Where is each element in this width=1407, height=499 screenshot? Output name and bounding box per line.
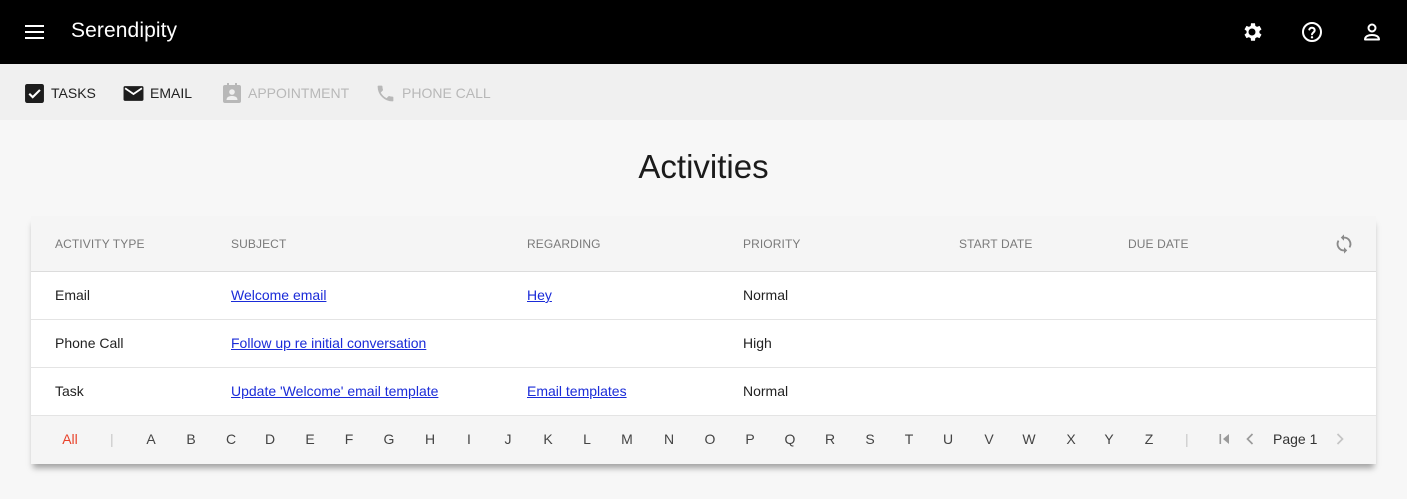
regarding-link[interactable]: Hey bbox=[527, 287, 552, 303]
alpha-filter-k[interactable]: K bbox=[543, 431, 552, 447]
alpha-separator: | bbox=[110, 431, 114, 447]
alpha-filter-w[interactable]: W bbox=[1022, 431, 1035, 447]
alphabet-filter-bar: All | A B C D E F G H I J K L M N O P Q … bbox=[31, 416, 1376, 464]
activity-type-cell: Phone Call bbox=[55, 335, 124, 351]
alpha-filter-d[interactable]: D bbox=[265, 431, 275, 447]
column-header-subject[interactable]: SUBJECT bbox=[231, 237, 286, 251]
table-row[interactable]: Phone Call Follow up re initial conversa… bbox=[31, 320, 1376, 368]
alpha-filter-j[interactable]: J bbox=[505, 431, 512, 447]
alpha-filter-i[interactable]: I bbox=[467, 431, 471, 447]
alpha-filter-q[interactable]: Q bbox=[785, 431, 796, 447]
column-header-due-date[interactable]: DUE DATE bbox=[1128, 237, 1189, 251]
appointment-command-button[interactable]: APPOINTMENT bbox=[222, 82, 349, 104]
activity-type-cell: Email bbox=[55, 287, 91, 303]
table-row[interactable]: Email Welcome email Hey Normal bbox=[31, 272, 1376, 320]
alpha-separator: | bbox=[1185, 431, 1189, 447]
phone-call-command-button[interactable]: PHONE CALL bbox=[375, 82, 491, 104]
alpha-filter-n[interactable]: N bbox=[664, 431, 674, 447]
email-command-button[interactable]: EMAIL bbox=[123, 82, 192, 104]
subject-cell: Welcome email bbox=[231, 287, 326, 303]
alpha-filter-m[interactable]: M bbox=[621, 431, 633, 447]
app-title: Serendipity bbox=[71, 19, 178, 42]
page-title: Activities bbox=[638, 148, 769, 185]
alpha-filter-p[interactable]: P bbox=[745, 431, 754, 447]
user-icon[interactable] bbox=[1360, 20, 1384, 44]
menu-icon[interactable] bbox=[22, 20, 48, 44]
column-header-regarding[interactable]: REGARDING bbox=[527, 237, 601, 251]
subject-link[interactable]: Welcome email bbox=[231, 287, 326, 303]
alpha-filter-f[interactable]: F bbox=[345, 431, 354, 447]
tasks-command-label: TASKS bbox=[51, 85, 96, 101]
help-icon[interactable] bbox=[1300, 20, 1324, 44]
regarding-link[interactable]: Email templates bbox=[527, 383, 627, 399]
top-app-bar: Serendipity bbox=[0, 0, 1407, 64]
tasks-command-button[interactable]: TASKS bbox=[24, 82, 96, 104]
regarding-cell: Email templates bbox=[527, 383, 627, 399]
email-command-label: EMAIL bbox=[150, 85, 193, 101]
alpha-filter-e[interactable]: E bbox=[305, 431, 314, 447]
table-row[interactable]: Task Update 'Welcome' email template Ema… bbox=[31, 368, 1376, 416]
gear-icon[interactable] bbox=[1240, 20, 1264, 44]
phone-call-command-label: PHONE CALL bbox=[402, 85, 491, 101]
alpha-filter-c[interactable]: C bbox=[226, 431, 236, 447]
alpha-filter-s[interactable]: S bbox=[865, 431, 874, 447]
alpha-filter-l[interactable]: L bbox=[583, 431, 591, 447]
alpha-filter-u[interactable]: U bbox=[943, 431, 953, 447]
column-header-start-date[interactable]: START DATE bbox=[959, 237, 1032, 251]
activities-grid: ACTIVITY TYPE SUBJECT REGARDING PRIORITY… bbox=[31, 216, 1376, 464]
priority-cell: High bbox=[743, 335, 772, 351]
checkbox-icon bbox=[25, 83, 44, 103]
priority-cell: Normal bbox=[743, 287, 789, 303]
alpha-filter-a[interactable]: A bbox=[146, 431, 155, 447]
grid-header: ACTIVITY TYPE SUBJECT REGARDING PRIORITY… bbox=[31, 216, 1376, 272]
command-bar: TASKS EMAIL APPOINTMENT PHONE CALL bbox=[0, 64, 1407, 120]
alpha-filter-h[interactable]: H bbox=[425, 431, 435, 447]
page-indicator: Page 1 bbox=[1273, 431, 1318, 447]
alpha-filter-g[interactable]: G bbox=[384, 431, 395, 447]
alpha-filter-v[interactable]: V bbox=[984, 431, 993, 447]
alpha-filter-y[interactable]: Y bbox=[1104, 431, 1113, 447]
alpha-filter-z[interactable]: Z bbox=[1145, 431, 1154, 447]
subject-link[interactable]: Update 'Welcome' email template bbox=[231, 383, 438, 399]
alpha-filter-b[interactable]: B bbox=[186, 431, 195, 447]
alpha-filter-r[interactable]: R bbox=[825, 431, 835, 447]
alpha-filter-o[interactable]: O bbox=[705, 431, 716, 447]
regarding-cell: Hey bbox=[527, 287, 552, 303]
phone-icon bbox=[377, 85, 394, 101]
refresh-icon[interactable] bbox=[1333, 233, 1355, 255]
priority-cell: Normal bbox=[743, 383, 789, 399]
first-page-icon[interactable] bbox=[1218, 431, 1232, 447]
alpha-filter-t[interactable]: T bbox=[905, 431, 914, 447]
alpha-filter-x[interactable]: X bbox=[1066, 431, 1075, 447]
envelope-icon bbox=[123, 85, 144, 101]
activity-type-cell: Task bbox=[55, 383, 84, 399]
next-page-icon[interactable] bbox=[1333, 431, 1347, 447]
subject-cell: Update 'Welcome' email template bbox=[231, 383, 438, 399]
subject-link[interactable]: Follow up re initial conversation bbox=[231, 335, 426, 351]
contact-card-icon bbox=[223, 82, 241, 103]
column-header-activity-type[interactable]: ACTIVITY TYPE bbox=[55, 237, 145, 251]
alpha-filter-all[interactable]: All bbox=[62, 431, 78, 447]
previous-page-icon[interactable] bbox=[1243, 431, 1257, 447]
subject-cell: Follow up re initial conversation bbox=[231, 335, 426, 351]
appointment-command-label: APPOINTMENT bbox=[248, 85, 350, 101]
column-header-priority[interactable]: PRIORITY bbox=[743, 237, 800, 251]
